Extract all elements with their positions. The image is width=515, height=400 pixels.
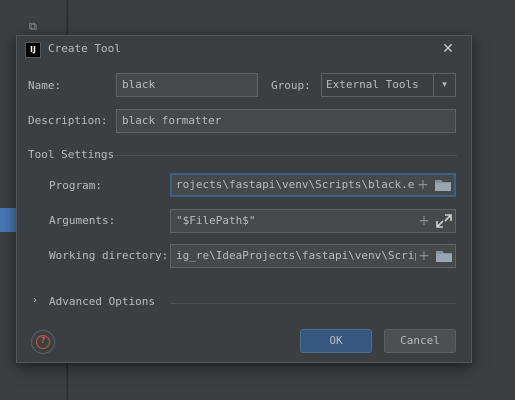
arguments-field[interactable]: "$FilePath$" + [170, 209, 456, 233]
working-directory-value: ig_re\IdeaProjects\fastapi\venv\Scripts [176, 249, 435, 262]
dialog-title: Create Tool [48, 42, 121, 55]
help-button[interactable]: ? [31, 330, 55, 354]
cancel-button[interactable]: Cancel [384, 329, 456, 353]
add-macro-icon[interactable]: + [416, 213, 432, 229]
chevron-right-icon[interactable]: › [33, 295, 37, 306]
working-directory-field[interactable]: ig_re\IdeaProjects\fastapi\venv\Scripts … [170, 244, 456, 268]
program-value: rojects\fastapi\venv\Scripts\black.exe [176, 178, 428, 191]
group-selected-value: External Tools [326, 78, 419, 91]
name-label: Name: [28, 79, 62, 92]
name-field[interactable]: black [116, 73, 258, 97]
folder-icon[interactable] [434, 177, 452, 193]
section-divider [114, 155, 457, 156]
arguments-label: Arguments: [49, 214, 116, 227]
ide-selected-row [0, 208, 16, 232]
tool-settings-title: Tool Settings [28, 148, 115, 161]
working-directory-label: Working directory: [49, 249, 169, 262]
advanced-options-toggle[interactable]: Advanced Options [49, 295, 155, 308]
section-divider [170, 303, 456, 304]
create-tool-dialog: IJ Create Tool ✕ Name: black Group: Exte… [16, 35, 472, 363]
dialog-titlebar: IJ Create Tool ✕ [17, 36, 471, 64]
program-field-actions: + [415, 175, 452, 195]
arguments-field-actions: + [416, 210, 453, 232]
program-label: Program: [49, 179, 102, 192]
group-dropdown[interactable]: External Tools ▾ [321, 73, 456, 97]
group-label: Group: [271, 79, 311, 92]
close-icon[interactable]: ✕ [439, 40, 457, 58]
folder-icon[interactable] [435, 248, 453, 264]
ok-button[interactable]: OK [300, 329, 372, 353]
add-macro-icon[interactable]: + [415, 177, 431, 193]
add-macro-icon[interactable]: + [416, 248, 432, 264]
copy-icon[interactable]: ⧉ [29, 21, 41, 33]
arguments-value: "$FilePath$" [176, 214, 256, 227]
description-field[interactable]: black formatter [116, 109, 456, 133]
chevron-down-icon[interactable]: ▾ [433, 74, 455, 96]
working-directory-field-actions: + [416, 245, 453, 267]
help-icon: ? [36, 335, 50, 349]
program-field[interactable]: rojects\fastapi\venv\Scripts\black.exe + [170, 173, 456, 197]
expand-icon[interactable] [435, 213, 453, 229]
description-label: Description: [28, 114, 108, 127]
intellij-logo-icon: IJ [25, 42, 41, 58]
